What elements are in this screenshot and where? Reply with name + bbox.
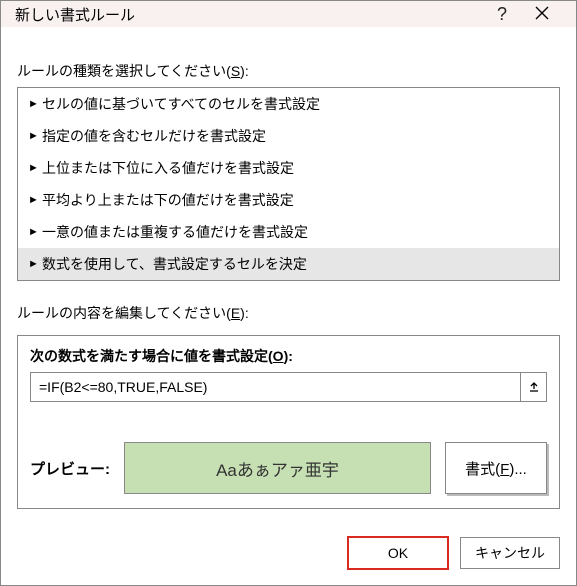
cancel-button[interactable]: キャンセル <box>460 537 560 569</box>
format-button[interactable]: 書式(F)... <box>445 442 547 494</box>
collapse-icon <box>529 382 539 392</box>
formula-input-row <box>30 372 547 402</box>
new-format-rule-dialog: 新しい書式ルール ? ルールの種類を選択してください(S): ►セルの値に基づい… <box>0 0 577 586</box>
rule-type-item[interactable]: ►平均より上または下の値だけを書式設定 <box>18 184 559 216</box>
arrow-icon: ► <box>28 194 42 206</box>
range-picker-button[interactable] <box>520 373 546 401</box>
ok-button[interactable]: OK <box>348 537 448 569</box>
close-icon <box>535 6 549 20</box>
dialog-footer: OK キャンセル <box>1 525 576 585</box>
arrow-icon: ► <box>28 98 42 110</box>
formula-label: 次の数式を満たす場合に値を書式設定(O): <box>30 346 547 366</box>
rule-edit-label: ルールの内容を編集してください(E): <box>17 303 560 323</box>
rule-edit-box: 次の数式を満たす場合に値を書式設定(O): プレビュー: Aaあぁアァ亜宇 書式… <box>17 335 560 509</box>
titlebar: 新しい書式ルール ? <box>1 1 576 27</box>
arrow-icon: ► <box>28 226 42 238</box>
help-button[interactable]: ? <box>482 4 522 25</box>
close-button[interactable] <box>522 4 562 25</box>
rule-type-list[interactable]: ►セルの値に基づいてすべてのセルを書式設定 ►指定の値を含むセルだけを書式設定 … <box>17 87 560 281</box>
arrow-icon: ► <box>28 130 42 142</box>
arrow-icon: ► <box>28 258 42 270</box>
rule-type-item[interactable]: ►一意の値または重複する値だけを書式設定 <box>18 216 559 248</box>
rule-type-item[interactable]: ►指定の値を含むセルだけを書式設定 <box>18 120 559 152</box>
rule-type-item[interactable]: ►上位または下位に入る値だけを書式設定 <box>18 152 559 184</box>
rule-type-item[interactable]: ►セルの値に基づいてすべてのセルを書式設定 <box>18 88 559 120</box>
formula-input[interactable] <box>31 373 520 401</box>
arrow-icon: ► <box>28 162 42 174</box>
dialog-title: 新しい書式ルール <box>15 4 482 25</box>
rule-type-label: ルールの種類を選択してください(S): <box>17 61 560 81</box>
rule-type-item[interactable]: ►数式を使用して、書式設定するセルを決定 <box>18 248 559 280</box>
preview-sample: Aaあぁアァ亜宇 <box>124 442 431 494</box>
preview-label: プレビュー: <box>30 458 110 479</box>
